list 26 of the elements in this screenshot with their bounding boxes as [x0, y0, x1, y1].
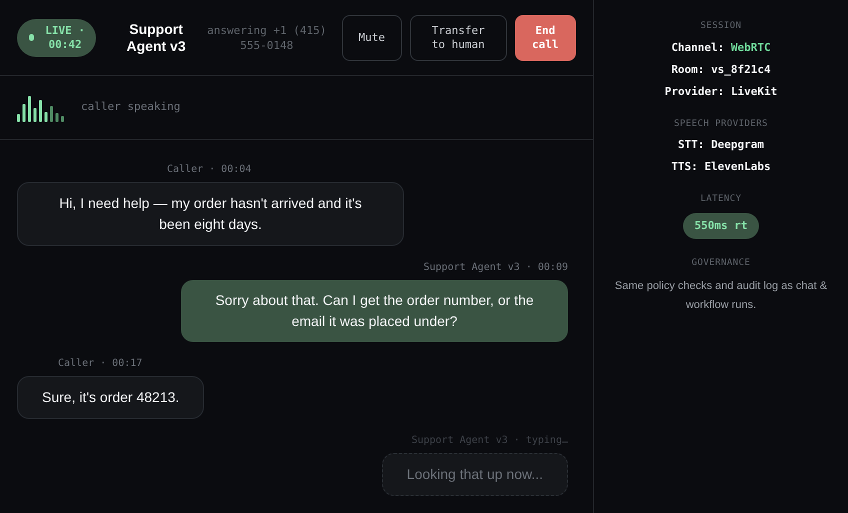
- message-bubble: Sorry about that. Can I get the order number, or the email it was placed under?: [181, 280, 568, 342]
- call-button[interactable]: Mute: [342, 14, 402, 60]
- session-detail: STT: Deepgram: [678, 137, 764, 153]
- governance-note: Same policy checks and audit log as chat & workflow runs.: [614, 278, 828, 312]
- section-heading: GOVERNANCE: [692, 257, 750, 270]
- call-subtitle: answering +1 (415) 555-0148: [206, 22, 328, 52]
- message-meta: Support Agent v3 · 00:09: [424, 261, 568, 275]
- session-detail: Provider: LiveKit: [664, 84, 778, 100]
- voice-status: caller speaking: [81, 99, 180, 116]
- message-bubble: Sure, it's order 48213.: [17, 376, 204, 419]
- session-detail: Channel: WebRTC: [671, 40, 771, 56]
- agent-title: Support Agent v3: [126, 20, 187, 54]
- section-heading: LATENCY: [700, 193, 742, 206]
- message-bubble: Looking that up now...: [382, 453, 568, 496]
- message-meta: Caller · 00:04: [167, 163, 252, 177]
- section-heading: SPEECH PROVIDERS: [674, 118, 768, 130]
- latency-badge: 550ms rt: [682, 212, 760, 239]
- live-timer: LIVE · 00:42: [44, 24, 86, 52]
- section-heading: SESSION: [700, 20, 742, 33]
- call-button[interactable]: Transfer to human: [410, 14, 507, 60]
- session-detail: Room: vs_8f21c4: [671, 62, 771, 78]
- message-bubble: Hi, I need help — my order hasn't arrived and it's been eight days.: [17, 182, 404, 246]
- message-meta: Caller · 00:17: [58, 357, 142, 371]
- message-meta: Support Agent v3 · typing…: [411, 434, 568, 448]
- session-detail: TTS: ElevenLabs: [671, 159, 771, 175]
- waveform-icon: [17, 94, 65, 122]
